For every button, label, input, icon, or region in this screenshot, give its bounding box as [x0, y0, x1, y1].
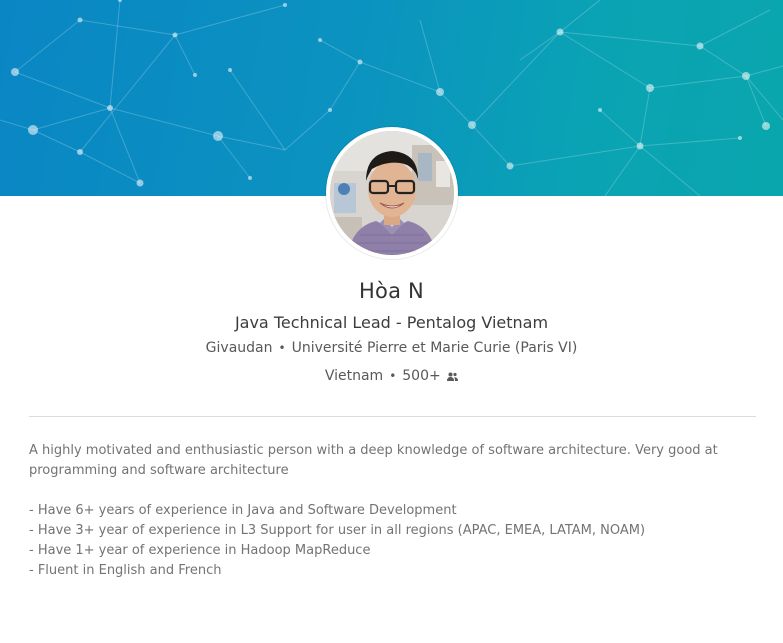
summary-bullet: - Fluent in English and French [29, 563, 222, 578]
profile-photo[interactable] [330, 131, 454, 255]
profile-photo-frame[interactable] [326, 127, 458, 259]
profile-name: Hòa N [359, 279, 424, 303]
current-company-link[interactable]: Givaudan [206, 340, 273, 356]
summary-intro: A highly motivated and enthusiastic pers… [29, 443, 718, 478]
profile-affiliations: Givaudan • Université Pierre et Marie Curi… [0, 340, 783, 356]
profile-page: Hòa N Java Technical Lead - Pentalog Vie… [0, 0, 783, 643]
separator-dot: • [278, 341, 286, 355]
summary-bullet: - Have 3+ year of experience in L3 Suppo… [29, 523, 646, 538]
people-icon [447, 369, 459, 381]
section-divider [29, 416, 756, 417]
profile-location-connections: Vietnam • 500+ [0, 368, 783, 384]
summary-bullet: - Have 6+ years of experience in Java an… [29, 503, 457, 518]
profile-summary: A highly motivated and enthusiastic pers… [29, 441, 749, 581]
summary-bullet: - Have 1+ year of experience in Hadoop M… [29, 543, 371, 558]
profile-photo-image [330, 131, 454, 255]
profile-headline: Java Technical Lead - Pentalog Vietnam [234, 313, 549, 332]
separator-dot: • [389, 369, 397, 383]
summary-spacer [29, 481, 749, 501]
location-text: Vietnam [324, 368, 384, 384]
education-link[interactable]: Université Pierre et Marie Curie (Paris … [292, 340, 578, 356]
connections-count[interactable]: 500+ [402, 368, 440, 384]
